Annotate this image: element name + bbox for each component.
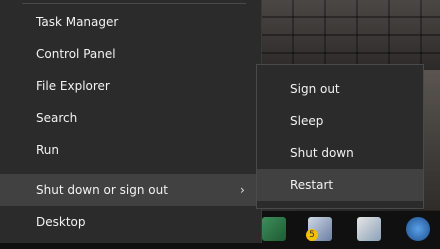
menu-item-file-explorer[interactable]: File Explorer [0,70,261,102]
menu-separator [22,3,246,4]
submenu-item-restart[interactable]: Restart [257,169,423,201]
menu-item-label: Control Panel [36,47,116,61]
submenu-item-sign-out[interactable]: Sign out [257,73,423,105]
shutdown-submenu: Sign out Sleep Shut down Restart [256,64,424,209]
app-icon[interactable] [262,217,286,241]
winx-context-menu: Task Manager Control Panel File Explorer… [0,0,262,243]
menu-item-desktop[interactable]: Desktop [0,206,261,238]
menu-item-run[interactable]: Run [0,134,261,166]
wallpaper-edge [424,70,440,210]
menu-item-label: Run [36,143,60,157]
thunderbird-icon[interactable] [406,217,430,241]
menu-item-label: Desktop [36,215,86,229]
submenu-item-label: Restart [290,178,334,192]
menu-item-label: File Explorer [36,79,110,93]
submenu-item-label: Sign out [290,82,340,96]
menu-item-search[interactable]: Search [0,102,261,134]
submenu-item-label: Shut down [290,146,354,160]
submenu-item-sleep[interactable]: Sleep [257,105,423,137]
wallpaper-brick-area [262,0,440,70]
menu-item-task-manager[interactable]: Task Manager [0,6,261,38]
menu-item-label: Search [36,111,78,125]
chevron-right-icon: › [240,183,245,197]
menu-item-label: Task Manager [36,15,119,29]
menu-item-shut-down-or-sign-out[interactable]: Shut down or sign out › [0,174,261,206]
submenu-item-label: Sleep [290,114,324,128]
menu-item-control-panel[interactable]: Control Panel [0,38,261,70]
notification-badge: 5 [306,229,318,241]
display-icon[interactable] [357,217,381,241]
submenu-item-shut-down[interactable]: Shut down [257,137,423,169]
menu-item-label: Shut down or sign out [36,183,168,197]
